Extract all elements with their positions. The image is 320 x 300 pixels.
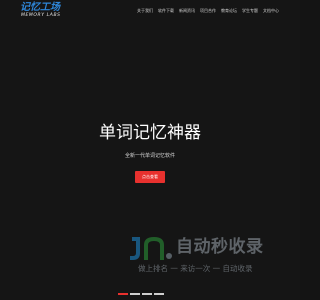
hero-title: 单词记忆神器 bbox=[99, 123, 201, 143]
slider-dot[interactable] bbox=[154, 293, 164, 295]
slider-dot[interactable] bbox=[118, 293, 128, 295]
slider-dot[interactable] bbox=[130, 293, 140, 295]
view-button[interactable]: 点击查看 bbox=[135, 171, 165, 183]
nav-item-news[interactable]: 新闻资讯 bbox=[179, 8, 195, 13]
main-nav: 关于我们 软件下载 新闻资讯 项目合作 教育论坛 学生专题 文档中心 bbox=[137, 8, 279, 13]
watermark-tagline: 做上排名 一 来访一次 一 自动收录 bbox=[138, 264, 253, 273]
page: 记忆工场 MEMORY LABS 关于我们 软件下载 新闻资讯 项目合作 教育论… bbox=[0, 0, 300, 300]
hero-subtitle: 全新一代单词记忆软件 bbox=[124, 153, 175, 159]
nav-item-download[interactable]: 软件下载 bbox=[158, 8, 174, 13]
slider-indicators bbox=[118, 293, 164, 295]
logo-tagline: MEMORY LABS bbox=[21, 13, 61, 18]
nav-item-forum[interactable]: 教育论坛 bbox=[221, 8, 237, 13]
watermark: 自动秒收录 做上排名 一 来访一次 一 自动收录 bbox=[128, 233, 290, 279]
nav-item-docs[interactable]: 文档中心 bbox=[263, 8, 279, 13]
logo-wordmark: 记忆工场 bbox=[20, 2, 60, 13]
nav-item-students[interactable]: 学生专题 bbox=[242, 8, 258, 13]
logo[interactable]: 记忆工场 MEMORY LABS bbox=[20, 3, 80, 20]
watermark-title: 自动秒收录 bbox=[176, 237, 264, 257]
watermark-logo-icon bbox=[130, 237, 172, 260]
nav-item-about[interactable]: 关于我们 bbox=[137, 8, 153, 13]
slider-dot[interactable] bbox=[142, 293, 152, 295]
nav-item-cooperation[interactable]: 项目合作 bbox=[200, 8, 216, 13]
header: 记忆工场 MEMORY LABS 关于我们 软件下载 新闻资讯 项目合作 教育论… bbox=[0, 0, 300, 22]
